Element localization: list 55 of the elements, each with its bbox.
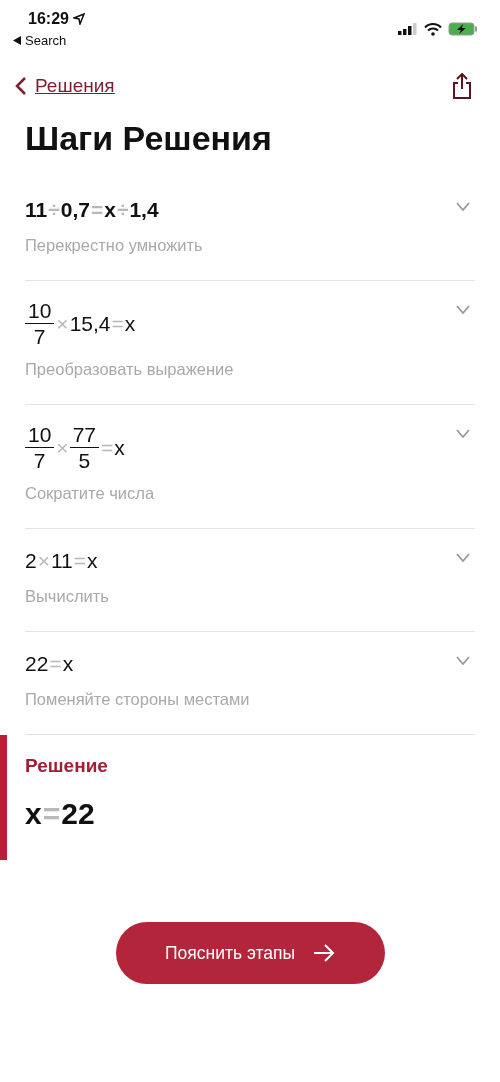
step-caption: Поменяйте стороны местами bbox=[25, 690, 250, 710]
math-operator: × bbox=[56, 311, 69, 336]
math-term: x bbox=[114, 435, 125, 460]
chevron-down-icon[interactable] bbox=[456, 305, 470, 314]
chevron-down-icon[interactable] bbox=[456, 553, 470, 563]
math-operator: ÷ bbox=[116, 198, 129, 222]
math-term: x bbox=[25, 797, 42, 832]
step-caption: Преобразовать выражение bbox=[25, 360, 234, 380]
math-term: 22 bbox=[61, 797, 95, 832]
share-icon[interactable] bbox=[452, 73, 472, 99]
step-caption: Перекрестно умножить bbox=[25, 236, 203, 255]
chevron-down-icon[interactable] bbox=[456, 429, 470, 439]
math-term: x bbox=[62, 652, 74, 677]
signal-icon bbox=[398, 23, 418, 35]
math-term: x bbox=[87, 549, 98, 574]
step-caption: Сократите числа bbox=[25, 484, 155, 504]
math-operator: = bbox=[42, 797, 61, 832]
back-link[interactable]: Решения bbox=[15, 75, 115, 97]
math-operator: = bbox=[90, 198, 104, 222]
back-to-app-link[interactable]: Search bbox=[25, 33, 67, 48]
explain-steps-button[interactable]: Пояснить этапы bbox=[115, 922, 385, 985]
battery-charging-icon bbox=[448, 22, 478, 36]
fraction-denominator: 5 bbox=[78, 448, 91, 473]
math-operator: = bbox=[101, 435, 114, 460]
math-operator: × bbox=[37, 549, 50, 574]
fraction-denominator: 7 bbox=[33, 324, 46, 349]
location-arrow-icon bbox=[72, 13, 85, 25]
fraction-numerator: 77 bbox=[69, 423, 99, 449]
math-term: x bbox=[124, 311, 136, 336]
math-operator: × bbox=[56, 435, 69, 460]
math-term: 11 bbox=[25, 198, 48, 222]
fraction-numerator: 10 bbox=[25, 299, 55, 325]
math-term: x bbox=[104, 198, 116, 222]
math-term: 11 bbox=[50, 549, 73, 574]
math-operator: = bbox=[111, 311, 124, 336]
page-title: Шаги Решения bbox=[25, 118, 272, 159]
math-term: 15,4 bbox=[69, 311, 111, 336]
math-operator: = bbox=[49, 652, 62, 677]
chevron-down-icon[interactable] bbox=[456, 656, 470, 666]
step-caption: Вычислить bbox=[25, 587, 109, 607]
math-term: 1,4 bbox=[129, 198, 159, 222]
math-term: 2 bbox=[25, 549, 37, 574]
back-triangle-icon[interactable] bbox=[13, 36, 21, 45]
math-term: 22 bbox=[25, 652, 49, 677]
fraction-denominator: 7 bbox=[33, 448, 46, 473]
math-operator: = bbox=[73, 549, 87, 574]
arrow-right-icon bbox=[313, 944, 336, 963]
chevron-down-icon[interactable] bbox=[456, 202, 470, 211]
status-time: 16:29 bbox=[28, 10, 69, 28]
math-operator: ÷ bbox=[48, 198, 60, 222]
wifi-icon bbox=[424, 22, 442, 36]
fraction-numerator: 10 bbox=[25, 423, 55, 449]
chevron-left-icon bbox=[15, 76, 27, 96]
solution-label: Решение bbox=[25, 755, 108, 778]
math-term: 0,7 bbox=[60, 198, 90, 222]
